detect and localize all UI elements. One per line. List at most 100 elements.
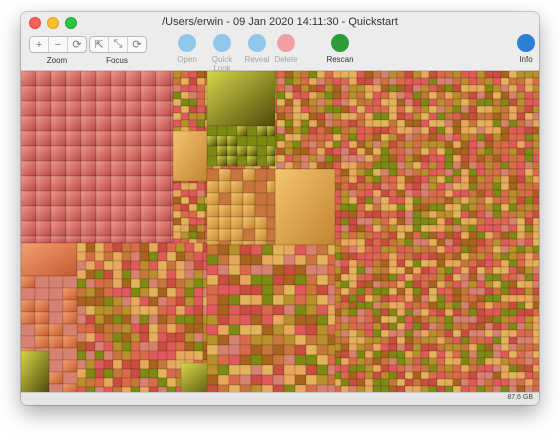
treemap-tile[interactable] xyxy=(85,368,96,379)
treemap-tile[interactable] xyxy=(420,322,430,331)
treemap-tile[interactable] xyxy=(372,259,382,268)
treemap-tile[interactable] xyxy=(217,254,230,266)
treemap-tile[interactable] xyxy=(364,371,374,380)
treemap-tile[interactable] xyxy=(94,332,105,343)
treemap-tile[interactable] xyxy=(420,357,430,366)
treemap-tile[interactable] xyxy=(283,244,296,256)
treemap-tile[interactable] xyxy=(492,126,502,135)
treemap-tile[interactable] xyxy=(428,98,438,107)
treemap-tile[interactable] xyxy=(180,210,190,219)
treemap-tile[interactable] xyxy=(206,145,218,157)
treemap-tile[interactable] xyxy=(103,260,114,271)
treemap-tile[interactable] xyxy=(444,119,454,128)
treemap-tile[interactable] xyxy=(80,220,97,237)
treemap-tile[interactable] xyxy=(436,322,446,331)
treemap-tile[interactable] xyxy=(228,244,241,256)
treemap-tile[interactable] xyxy=(228,354,241,366)
treemap-tile[interactable] xyxy=(436,378,446,387)
treemap-tile[interactable] xyxy=(266,228,276,242)
treemap-tile[interactable] xyxy=(172,77,182,86)
treemap-tile[interactable] xyxy=(340,308,350,317)
treemap-tile[interactable] xyxy=(166,314,177,325)
treemap-tile[interactable] xyxy=(404,252,414,261)
treemap-tile[interactable] xyxy=(508,84,518,93)
treemap-tile[interactable] xyxy=(484,119,494,128)
treemap-tile[interactable] xyxy=(332,91,342,100)
treemap-tile[interactable] xyxy=(372,350,382,359)
treemap-tile[interactable] xyxy=(188,210,198,219)
treemap-tile[interactable] xyxy=(364,259,374,268)
treemap-tile[interactable] xyxy=(292,126,302,135)
treemap-tile[interactable] xyxy=(428,210,438,219)
treemap-tile[interactable] xyxy=(404,91,414,100)
treemap-tile[interactable] xyxy=(516,98,526,107)
treemap-tile[interactable] xyxy=(272,294,285,306)
treemap-tile[interactable] xyxy=(292,133,302,142)
treemap-tile[interactable] xyxy=(95,145,112,162)
treemap-tile[interactable] xyxy=(524,308,534,317)
treemap-tile[interactable] xyxy=(380,98,390,107)
treemap-tile[interactable] xyxy=(452,329,462,338)
treemap-tile[interactable] xyxy=(300,91,310,100)
treemap-tile[interactable] xyxy=(196,182,206,191)
treemap-tile[interactable] xyxy=(196,84,206,93)
treemap-tile[interactable] xyxy=(76,287,87,298)
treemap-tile[interactable] xyxy=(217,284,230,296)
treemap-tile[interactable] xyxy=(327,244,336,256)
treemap-tile[interactable] xyxy=(196,196,206,205)
treemap-tile[interactable] xyxy=(250,334,263,346)
treemap-tile[interactable] xyxy=(292,140,302,149)
treemap-tile[interactable] xyxy=(184,278,195,289)
treemap-tile[interactable] xyxy=(444,350,454,359)
treemap-tile[interactable] xyxy=(348,266,358,275)
treemap-tile[interactable] xyxy=(327,314,336,326)
treemap-tile[interactable] xyxy=(468,273,478,282)
treemap-tile[interactable] xyxy=(121,305,132,316)
treemap-tile[interactable] xyxy=(217,324,230,336)
treemap-tile[interactable] xyxy=(348,224,358,233)
treemap-tile[interactable] xyxy=(239,264,252,276)
treemap-tile[interactable] xyxy=(436,203,446,212)
treemap-tile[interactable] xyxy=(372,91,382,100)
treemap-tile[interactable] xyxy=(250,254,263,266)
treemap-tile[interactable] xyxy=(348,336,358,345)
treemap-tile[interactable] xyxy=(444,98,454,107)
treemap-tile[interactable] xyxy=(436,350,446,359)
treemap-tile[interactable] xyxy=(372,161,382,170)
treemap-tile[interactable] xyxy=(500,231,510,240)
quick-look-button[interactable]: Quick Look xyxy=(202,34,242,73)
treemap-tile[interactable] xyxy=(65,115,82,132)
treemap-tile[interactable] xyxy=(166,287,177,298)
treemap-tile[interactable] xyxy=(476,224,486,233)
treemap-tile[interactable] xyxy=(492,98,502,107)
treemap-tile[interactable] xyxy=(217,344,230,356)
treemap-tile[interactable] xyxy=(112,359,123,370)
treemap-tile[interactable] xyxy=(356,231,366,240)
treemap-tile[interactable] xyxy=(316,161,326,170)
treemap-tile[interactable] xyxy=(180,119,190,128)
treemap-tile[interactable] xyxy=(420,105,430,114)
treemap-tile[interactable] xyxy=(94,314,105,325)
treemap-tile[interactable] xyxy=(125,145,142,162)
treemap-tile[interactable] xyxy=(492,77,502,86)
treemap-tile[interactable] xyxy=(103,323,114,334)
treemap-tile[interactable] xyxy=(166,341,177,352)
treemap-tile[interactable] xyxy=(484,350,494,359)
treemap-tile[interactable] xyxy=(412,196,422,205)
treemap-tile[interactable] xyxy=(420,224,430,233)
treemap-tile[interactable] xyxy=(532,210,539,219)
treemap-tile[interactable] xyxy=(524,287,534,296)
treemap-tile[interactable] xyxy=(172,224,182,233)
treemap-tile[interactable] xyxy=(372,71,382,79)
treemap-tile[interactable] xyxy=(404,371,414,380)
treemap-tile[interactable] xyxy=(166,305,177,316)
treemap-tile[interactable] xyxy=(444,336,454,345)
treemap-tile[interactable] xyxy=(412,329,422,338)
treemap-tile[interactable] xyxy=(294,244,307,256)
treemap-tile[interactable] xyxy=(524,182,534,191)
treemap-tile[interactable] xyxy=(340,91,350,100)
treemap-tile[interactable] xyxy=(94,287,105,298)
treemap-tile[interactable] xyxy=(184,260,195,271)
treemap-tile[interactable] xyxy=(276,71,286,79)
treemap-tile[interactable] xyxy=(356,175,366,184)
